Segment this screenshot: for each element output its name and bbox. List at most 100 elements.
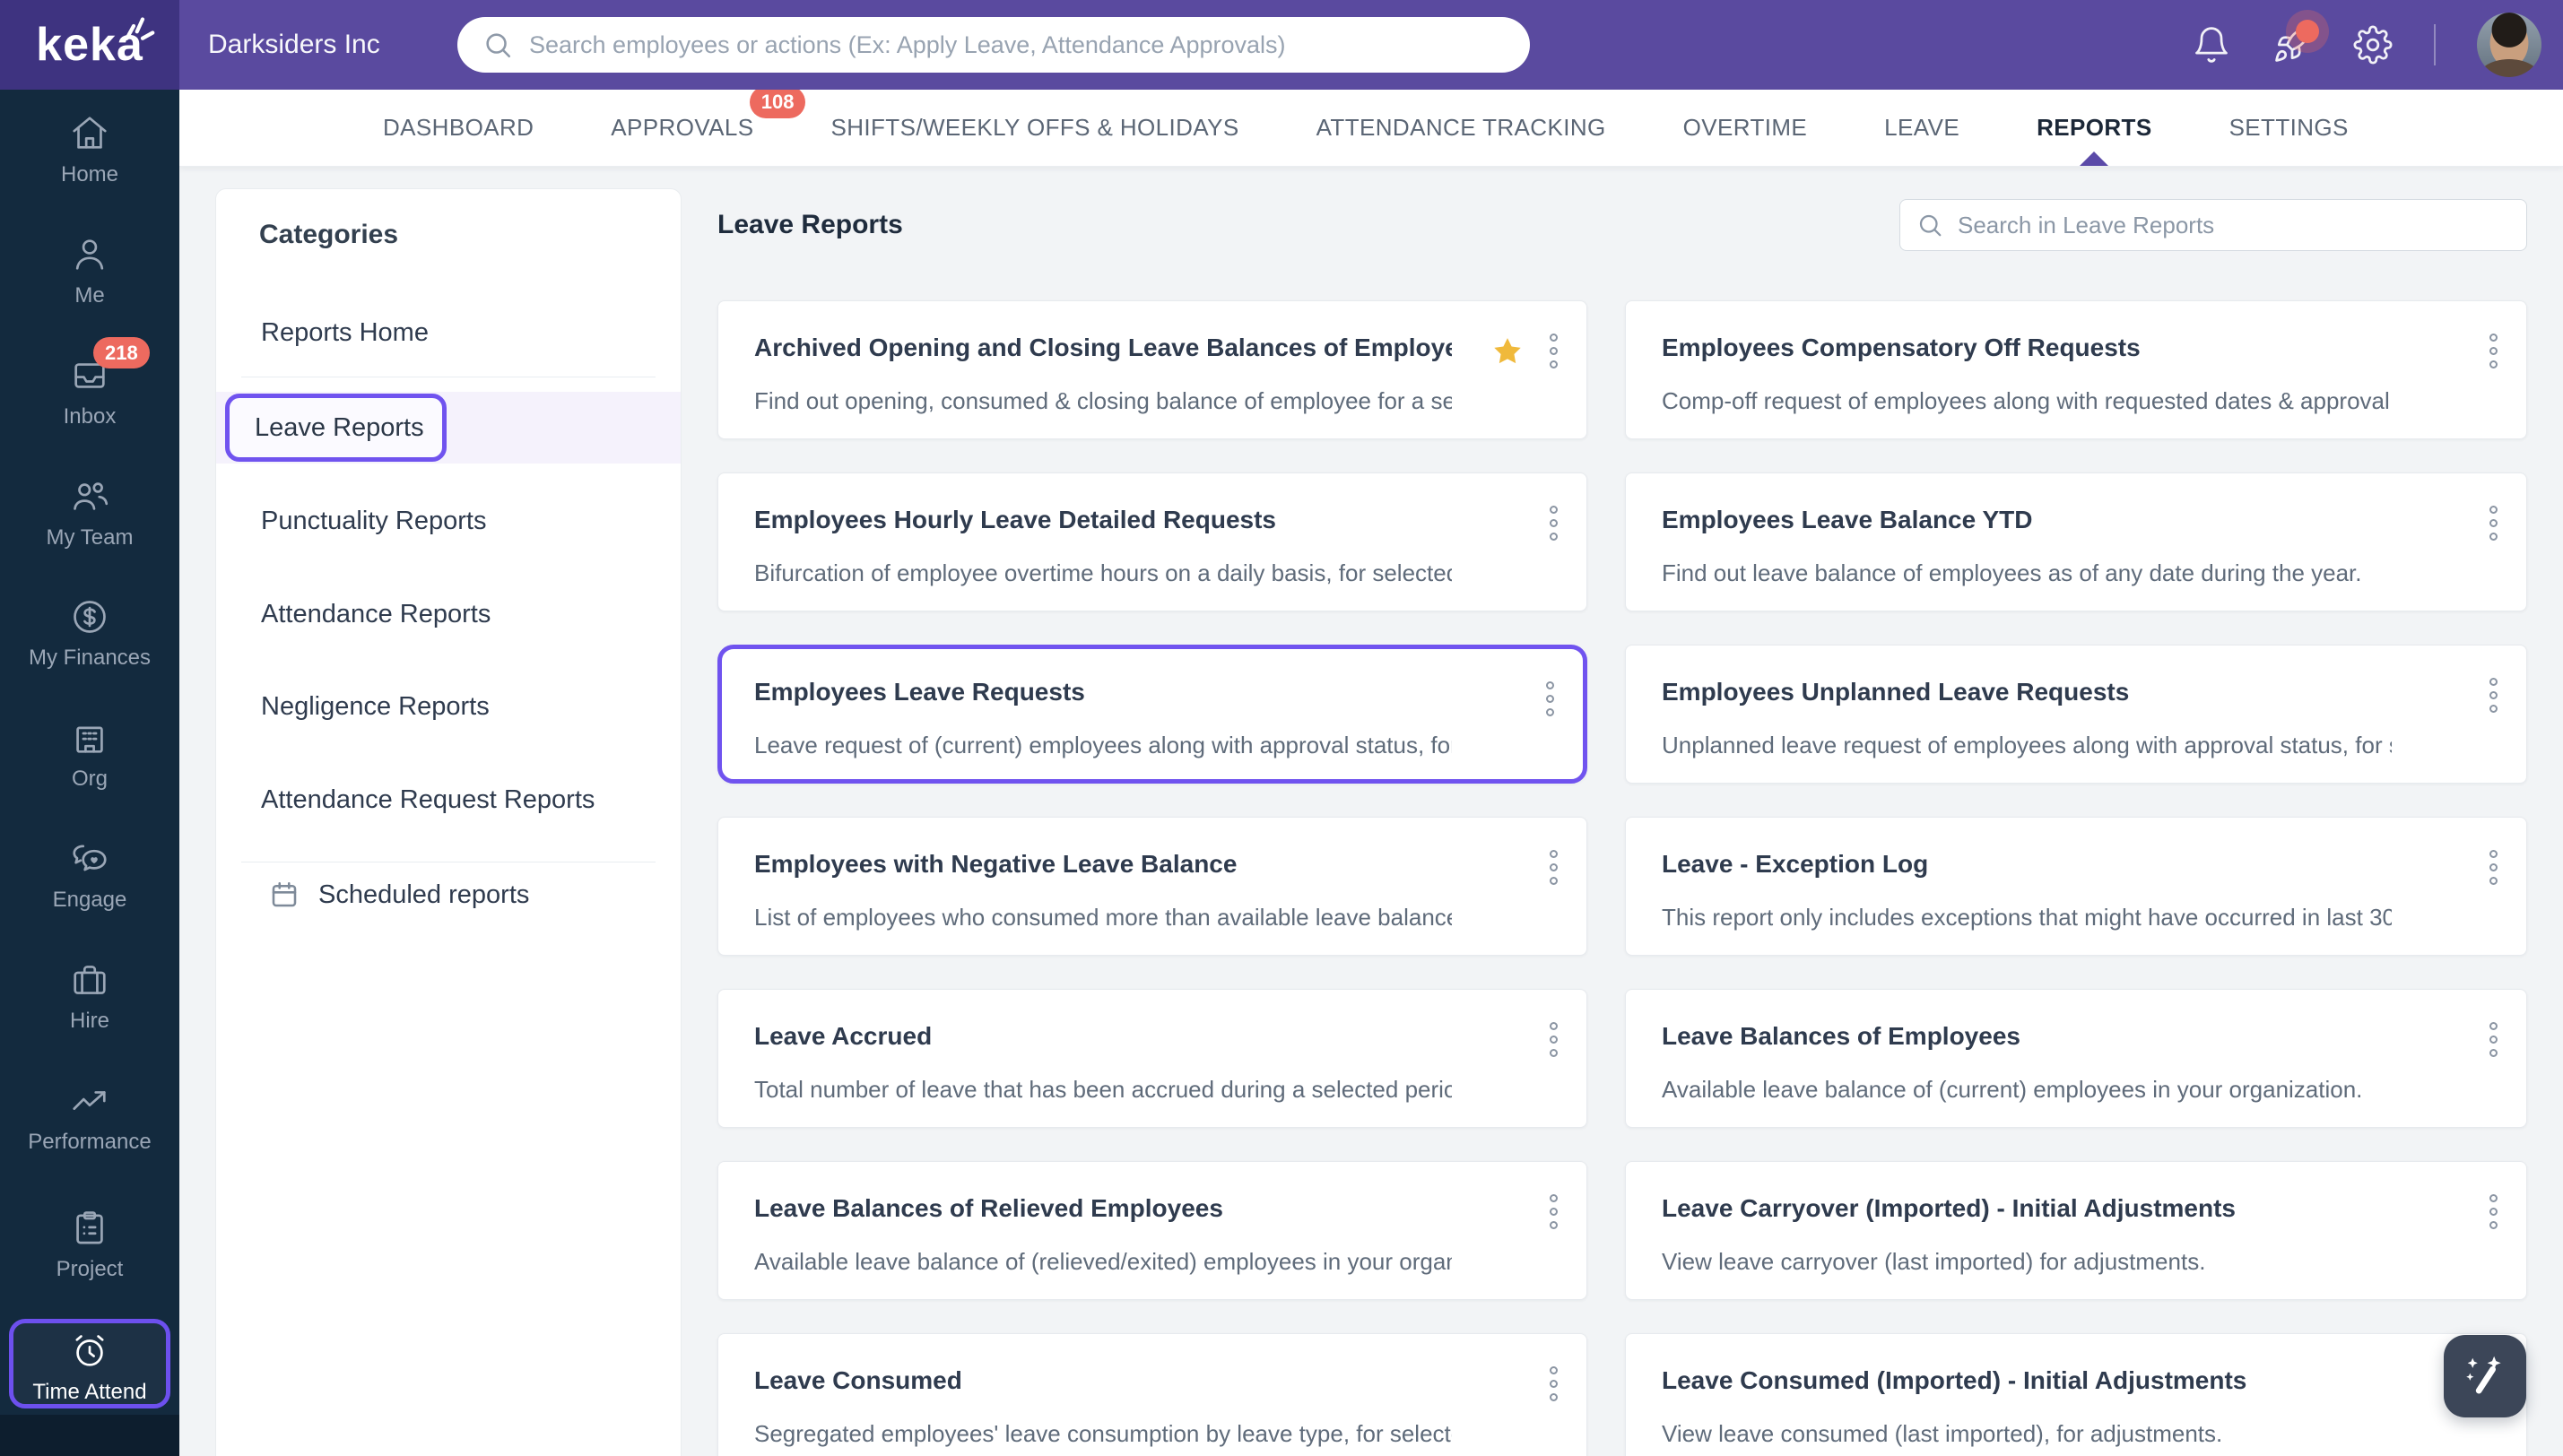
report-card-leave-consumed-imported-initial-adjustments[interactable]: Leave Consumed (Imported) - Initial Adju… bbox=[1625, 1333, 2527, 1456]
card-actions bbox=[2488, 848, 2499, 887]
card-menu-button[interactable] bbox=[1548, 504, 1560, 542]
report-card-employees-compensatory-off-requests[interactable]: Employees Compensatory Off Requests Comp-… bbox=[1625, 300, 2527, 439]
topbar: keka Darksiders Inc bbox=[0, 0, 2563, 90]
report-card-archived-opening-and-closing-leave-balances-of-employees[interactable]: Archived Opening and Closing Leave Balan… bbox=[717, 300, 1587, 439]
global-search[interactable] bbox=[457, 17, 1530, 73]
card-menu-button[interactable] bbox=[2488, 1020, 2499, 1059]
global-settings-button[interactable] bbox=[2353, 25, 2393, 65]
sidebar-item-home[interactable]: Home bbox=[0, 113, 179, 186]
sidebar-item-label: Engage bbox=[52, 888, 127, 912]
sidebar-item-label: Hire bbox=[69, 1009, 109, 1033]
card-actions bbox=[1548, 1192, 1560, 1231]
report-card-title: Employees Leave Balance YTD bbox=[1662, 506, 2033, 533]
report-card-title: Employees Hourly Leave Detailed Requests bbox=[754, 506, 1276, 533]
module-nav: DASHBOARD APPROVALS 108 SHIFTS/WEEKLY OFFS … bbox=[179, 86, 2563, 167]
card-menu-button[interactable] bbox=[1548, 1365, 1560, 1403]
card-menu-button[interactable] bbox=[1548, 332, 1560, 370]
notifications-button[interactable] bbox=[2192, 25, 2231, 65]
category-item-attendance-request-reports[interactable]: Attendance Request Reports bbox=[216, 773, 681, 827]
report-search[interactable] bbox=[1899, 199, 2527, 251]
report-card-title: Leave Balances of Employees bbox=[1662, 1022, 2020, 1050]
sidebar-item-engage[interactable]: Engage bbox=[0, 838, 179, 912]
card-menu-button[interactable] bbox=[1544, 680, 1556, 718]
report-card-employees-hourly-leave-detailed-requests[interactable]: Employees Hourly Leave Detailed Requests… bbox=[717, 472, 1587, 611]
me-icon bbox=[75, 239, 104, 270]
report-card-leave-consumed[interactable]: Leave Consumed Segregated employees' leav… bbox=[717, 1333, 1587, 1456]
tab-shifts-weekly-offs-holidays[interactable]: SHIFTS/WEEKLY OFFS & HOLIDAYS bbox=[830, 90, 1238, 166]
tab-reports[interactable]: REPORTS bbox=[2037, 90, 2151, 166]
report-card-description: Segregated employees' leave consumption … bbox=[754, 1420, 1452, 1447]
page-title: Leave Reports bbox=[717, 210, 903, 239]
sidebar-item-inbox[interactable]: Inbox 218 bbox=[0, 337, 179, 429]
sidebar-item-me[interactable]: Me bbox=[0, 234, 179, 308]
sidebar-item-label: Me bbox=[74, 283, 105, 308]
tab-approvals[interactable]: APPROVALS 108 bbox=[611, 86, 806, 166]
sidebar-item-label: Home bbox=[60, 162, 119, 186]
tab-settings[interactable]: SETTINGS bbox=[2229, 90, 2349, 166]
report-card-leave-balances-of-employees[interactable]: Leave Balances of Employees Available lea… bbox=[1625, 989, 2527, 1128]
sidebar-item-label: Inbox bbox=[63, 404, 117, 429]
sidebar-item-project[interactable]: Project bbox=[0, 1208, 179, 1281]
report-card-employees-leave-requests[interactable]: Employees Leave Requests Leave request of… bbox=[717, 645, 1587, 784]
report-search-input[interactable] bbox=[1958, 211, 2510, 239]
card-menu-button[interactable] bbox=[1548, 1192, 1560, 1231]
report-card-employees-leave-balance-ytd[interactable]: Employees Leave Balance YTD Find out leav… bbox=[1625, 472, 2527, 611]
card-menu-button[interactable] bbox=[1548, 1020, 1560, 1059]
category-item-leave-reports[interactable]: Leave Reports bbox=[225, 394, 447, 462]
sidebar-item-my-finances[interactable]: My Finances bbox=[0, 596, 179, 670]
sidebar-item-time-attend[interactable]: Time Attend bbox=[0, 1330, 179, 1404]
user-avatar[interactable] bbox=[2477, 13, 2541, 77]
favorite-star-icon[interactable] bbox=[1490, 334, 1525, 368]
sidebar-item-hire[interactable]: Hire bbox=[0, 959, 179, 1033]
sidebar-item-org[interactable]: Org bbox=[0, 717, 179, 791]
card-menu-button[interactable] bbox=[2488, 676, 2499, 715]
card-menu-button[interactable] bbox=[2488, 848, 2499, 887]
tab-leave[interactable]: LEAVE bbox=[1884, 90, 1959, 166]
card-menu-button[interactable] bbox=[1548, 848, 1560, 887]
report-card-title: Leave Balances of Relieved Employees bbox=[754, 1194, 1223, 1222]
report-card-title: Archived Opening and Closing Leave Balan… bbox=[754, 334, 1452, 361]
report-card-employees-with-negative-leave-balance[interactable]: Employees with Negative Leave Balance Lis… bbox=[717, 817, 1587, 956]
tab-overtime[interactable]: OVERTIME bbox=[1683, 90, 1808, 166]
scheduled-reports-item[interactable]: Scheduled reports bbox=[216, 868, 681, 922]
sidebar-item-my-team[interactable]: My Team bbox=[0, 476, 179, 550]
card-menu-button[interactable] bbox=[2488, 332, 2499, 370]
org-icon bbox=[76, 726, 103, 753]
report-card-leave-carryover-imported-initial-adjustments[interactable]: Leave Carryover (Imported) - Initial Adj… bbox=[1625, 1161, 2527, 1300]
category-item-attendance-reports[interactable]: Attendance Reports bbox=[216, 587, 681, 641]
tab-attendance-tracking[interactable]: ATTENDANCE TRACKING bbox=[1316, 90, 1606, 166]
report-card-title: Leave Consumed bbox=[754, 1366, 962, 1394]
keka-logo[interactable]: keka bbox=[0, 0, 179, 90]
report-card-description: Bifurcation of employee overtime hours o… bbox=[754, 559, 1452, 586]
report-card-leave-exception-log[interactable]: Leave - Exception Log This report only in… bbox=[1625, 817, 2527, 956]
tab-dashboard[interactable]: DASHBOARD bbox=[383, 90, 534, 166]
search-icon bbox=[482, 30, 513, 60]
card-menu-button[interactable] bbox=[2488, 504, 2499, 542]
whats-new-button[interactable] bbox=[2272, 20, 2319, 65]
report-card-leave-balances-of-relieved-employees[interactable]: Leave Balances of Relieved Employees Avai… bbox=[717, 1161, 1587, 1300]
hire-icon bbox=[74, 966, 106, 994]
report-card-description: This report only includes exceptions tha… bbox=[1662, 904, 2392, 931]
keka-logo-spark-icon bbox=[125, 17, 155, 40]
sidebar-item-performance[interactable]: Performance bbox=[0, 1080, 179, 1154]
report-card-description: Available leave balance of (current) emp… bbox=[1662, 1076, 2363, 1103]
global-search-input[interactable] bbox=[529, 30, 1505, 59]
inbox-count-badge: 218 bbox=[93, 337, 150, 369]
my-finances-icon bbox=[74, 601, 106, 633]
report-card-title: Leave Carryover (Imported) - Initial Adj… bbox=[1662, 1194, 2236, 1222]
magic-wand-button[interactable] bbox=[2444, 1335, 2526, 1417]
card-menu-button[interactable] bbox=[2488, 1192, 2499, 1231]
engage-icon bbox=[73, 845, 107, 871]
report-card-description: Available leave balance of (relieved/exi… bbox=[754, 1248, 1452, 1275]
report-card-title: Employees Unplanned Leave Requests bbox=[1662, 678, 2130, 706]
card-actions bbox=[2488, 676, 2499, 715]
report-card-leave-accrued[interactable]: Leave Accrued Total number of leave that … bbox=[717, 989, 1587, 1128]
category-item-reports-home[interactable]: Reports Home bbox=[216, 306, 681, 360]
categories-panel: Categories Reports Home Leave Reports Punc… bbox=[215, 188, 682, 1456]
category-item-negligence-reports[interactable]: Negligence Reports bbox=[216, 680, 681, 733]
category-item-punctuality-reports[interactable]: Punctuality Reports bbox=[216, 494, 681, 548]
bell-icon bbox=[2192, 25, 2231, 65]
report-card-employees-unplanned-leave-requests[interactable]: Employees Unplanned Leave Requests Unplan… bbox=[1625, 645, 2527, 784]
report-card-description: Comp-off request of employees along with… bbox=[1662, 387, 2392, 414]
card-actions bbox=[1548, 1365, 1560, 1403]
